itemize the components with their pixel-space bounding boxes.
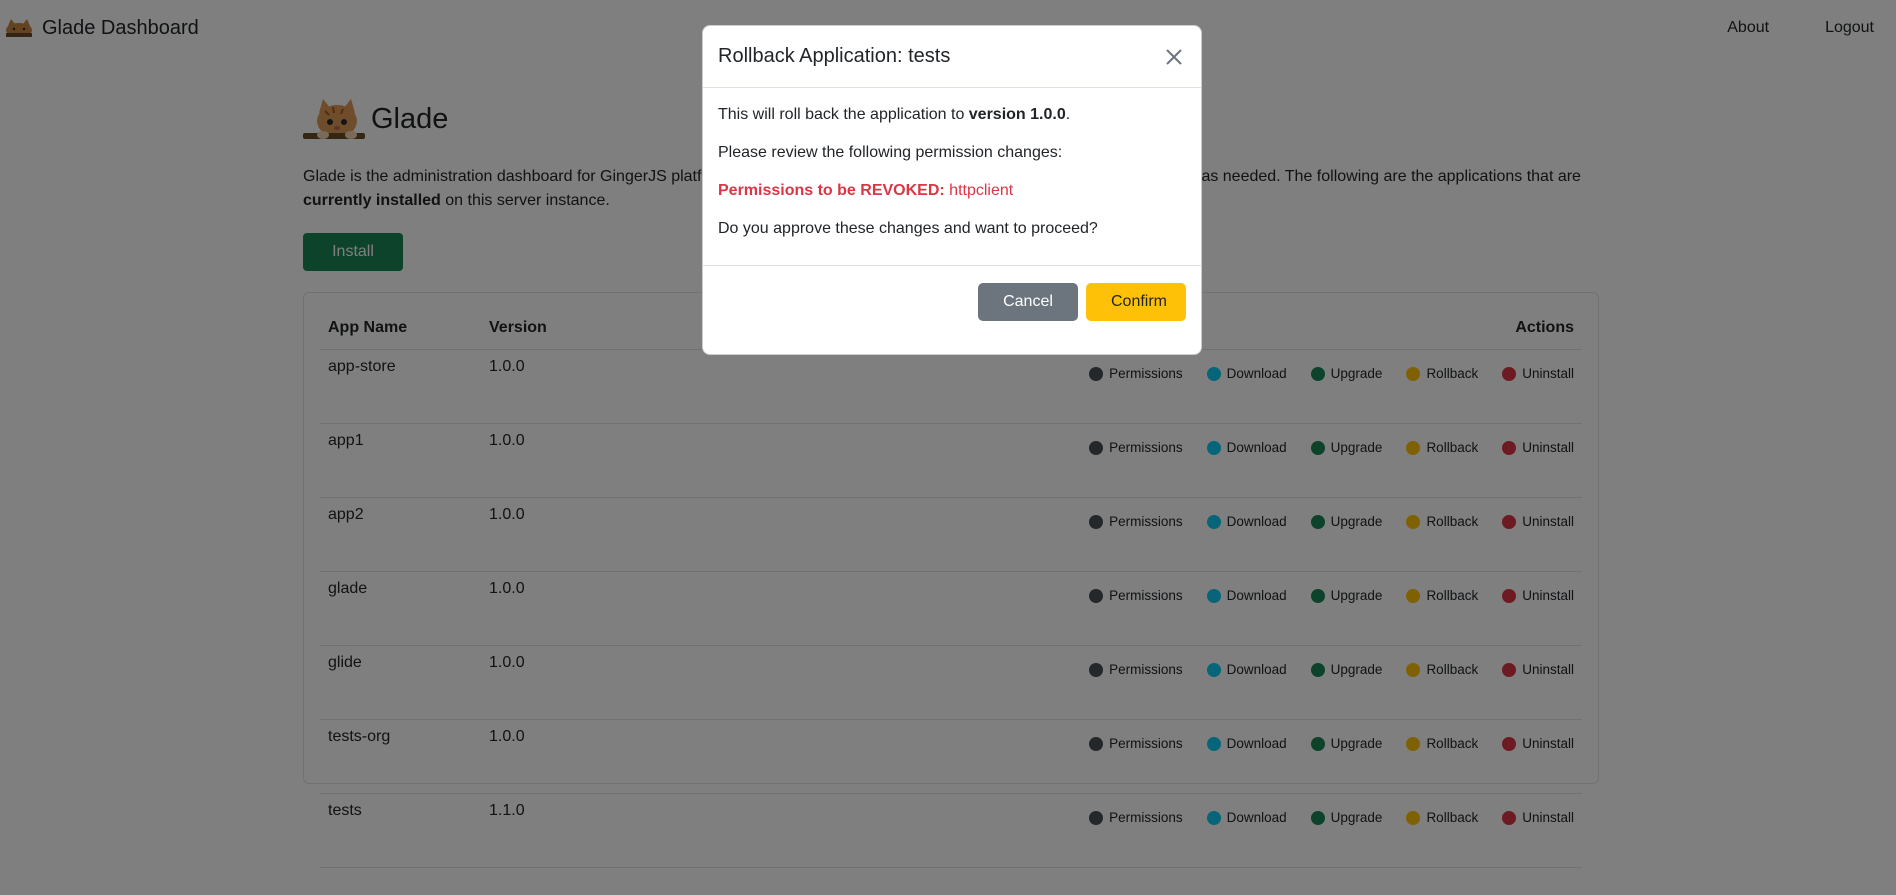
modal-line-version-suffix: . bbox=[1065, 106, 1071, 123]
modal-footer: Cancel Confirm bbox=[703, 266, 1201, 321]
modal-line-review: Please review the following permission c… bbox=[718, 144, 1063, 161]
confirm-button[interactable]: Confirm bbox=[1086, 283, 1186, 321]
modal-line-version-prefix: This will roll back the application to bbox=[718, 106, 969, 123]
modal-line-revoked: Permissions to be REVOKED: httpclient bbox=[718, 180, 1186, 202]
modal-target-version: version 1.0.0 bbox=[968, 106, 1066, 123]
cancel-button[interactable]: Cancel bbox=[978, 283, 1078, 321]
revoked-label: Permissions to be REVOKED: bbox=[718, 182, 945, 199]
modal-line-question: Do you approve these changes and want to… bbox=[718, 220, 1098, 237]
close-icon[interactable] bbox=[1162, 45, 1186, 69]
modal-line-version: This will roll back the application to v… bbox=[718, 104, 1186, 126]
modal-title: Rollback Application: tests bbox=[718, 45, 951, 67]
modal-body: This will roll back the application to v… bbox=[703, 88, 1201, 266]
rollback-modal: Rollback Application: tests This will ro… bbox=[702, 25, 1202, 355]
modal-header: Rollback Application: tests bbox=[703, 26, 1201, 88]
revoked-value: httpclient bbox=[949, 182, 1014, 199]
